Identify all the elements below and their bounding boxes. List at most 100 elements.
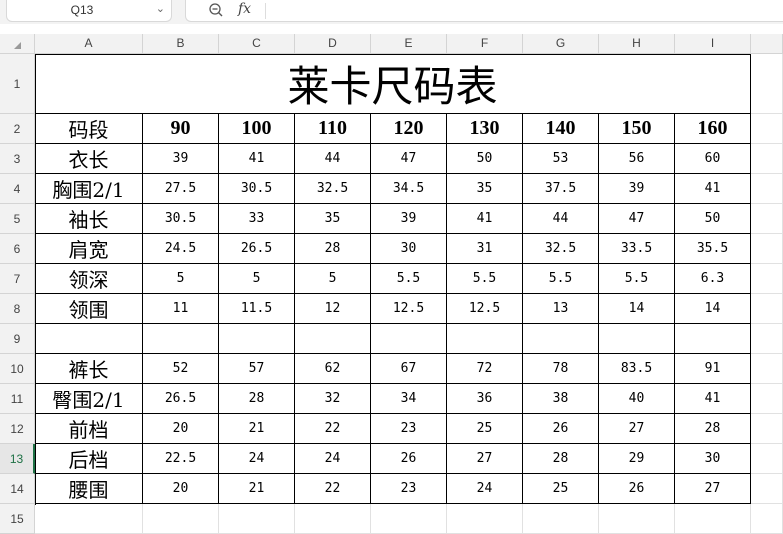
table-cell[interactable]: 22.5 <box>143 444 219 474</box>
empty-cell[interactable] <box>751 354 783 384</box>
table-cell[interactable]: 20 <box>143 474 219 504</box>
table-cell[interactable]: 47 <box>371 144 447 174</box>
empty-cell[interactable] <box>751 204 783 234</box>
table-cell[interactable]: 26 <box>371 444 447 474</box>
table-cell[interactable]: 30.5 <box>219 174 295 204</box>
table-cell[interactable]: 41 <box>447 204 523 234</box>
table-cell[interactable]: 5.5 <box>599 264 675 294</box>
table-cell[interactable]: 28 <box>675 414 751 444</box>
table-cell[interactable]: 28 <box>523 444 599 474</box>
empty-cell[interactable] <box>599 324 675 354</box>
table-cell[interactable]: 36 <box>447 384 523 414</box>
column-header-b[interactable]: B <box>143 34 219 54</box>
column-header-j[interactable] <box>751 34 783 54</box>
empty-cell[interactable] <box>751 54 783 114</box>
table-cell[interactable]: 27 <box>447 444 523 474</box>
table-cell[interactable]: 91 <box>675 354 751 384</box>
table-cell[interactable]: 23 <box>371 474 447 504</box>
table-cell[interactable]: 83.5 <box>599 354 675 384</box>
empty-cell[interactable] <box>523 504 599 534</box>
table-cell[interactable]: 12.5 <box>447 294 523 324</box>
column-header-c[interactable]: C <box>219 34 295 54</box>
table-cell[interactable]: 22 <box>295 474 371 504</box>
table-cell[interactable]: 39 <box>599 174 675 204</box>
table-cell[interactable]: 50 <box>675 204 751 234</box>
row-header-12[interactable]: 12 <box>0 414 35 444</box>
table-cell[interactable]: 67 <box>371 354 447 384</box>
empty-cell[interactable] <box>447 504 523 534</box>
table-cell[interactable]: 21 <box>219 414 295 444</box>
column-header-h[interactable]: H <box>599 34 675 54</box>
table-cell[interactable]: 44 <box>523 204 599 234</box>
column-header-g[interactable]: G <box>523 34 599 54</box>
table-cell[interactable]: 5 <box>219 264 295 294</box>
empty-cell[interactable] <box>751 324 783 354</box>
table-cell[interactable]: 37.5 <box>523 174 599 204</box>
empty-cell[interactable] <box>219 324 295 354</box>
table-cell[interactable]: 53 <box>523 144 599 174</box>
measure-label[interactable]: 衣长 <box>35 144 143 174</box>
measure-label[interactable]: 领围 <box>35 294 143 324</box>
measure-label[interactable]: 裤长 <box>35 354 143 384</box>
table-cell[interactable]: 41 <box>675 174 751 204</box>
table-cell[interactable]: 72 <box>447 354 523 384</box>
table-cell[interactable]: 50 <box>447 144 523 174</box>
table-cell[interactable]: 24 <box>295 444 371 474</box>
measure-label[interactable]: 腰围 <box>35 474 143 504</box>
empty-cell[interactable] <box>447 324 523 354</box>
row-header-14[interactable]: 14 <box>0 474 35 504</box>
row-header-10[interactable]: 10 <box>0 354 35 384</box>
table-cell[interactable]: 13 <box>523 294 599 324</box>
size-column-header[interactable]: 130 <box>447 114 523 144</box>
empty-cell[interactable] <box>751 504 783 534</box>
name-box[interactable]: Q13 ⌄ <box>6 0 172 22</box>
column-header-a[interactable]: A <box>35 34 143 54</box>
empty-cell[interactable] <box>143 504 219 534</box>
table-cell[interactable]: 12.5 <box>371 294 447 324</box>
table-cell[interactable]: 57 <box>219 354 295 384</box>
empty-cell[interactable] <box>751 264 783 294</box>
table-cell[interactable]: 34 <box>371 384 447 414</box>
row-header-13[interactable]: 13 <box>0 444 35 474</box>
chevron-down-icon[interactable]: ⌄ <box>156 2 165 15</box>
column-header-e[interactable]: E <box>371 34 447 54</box>
table-cell[interactable]: 47 <box>599 204 675 234</box>
table-cell[interactable]: 28 <box>219 384 295 414</box>
table-cell[interactable]: 11.5 <box>219 294 295 324</box>
table-cell[interactable]: 30.5 <box>143 204 219 234</box>
table-cell[interactable]: 32 <box>295 384 371 414</box>
table-cell[interactable]: 56 <box>599 144 675 174</box>
row-header-4[interactable]: 4 <box>0 174 35 204</box>
table-cell[interactable]: 35 <box>447 174 523 204</box>
empty-cell[interactable] <box>751 474 783 504</box>
row-header-2[interactable]: 2 <box>0 114 35 144</box>
row-header-5[interactable]: 5 <box>0 204 35 234</box>
table-cell[interactable]: 34.5 <box>371 174 447 204</box>
table-cell[interactable]: 24 <box>219 444 295 474</box>
table-cell[interactable]: 5 <box>143 264 219 294</box>
table-cell[interactable]: 32.5 <box>523 234 599 264</box>
empty-cell[interactable] <box>675 504 751 534</box>
empty-cell[interactable] <box>371 504 447 534</box>
size-column-header[interactable]: 140 <box>523 114 599 144</box>
table-cell[interactable]: 14 <box>675 294 751 324</box>
row-header-1[interactable]: 1 <box>0 54 35 114</box>
table-cell[interactable]: 12 <box>295 294 371 324</box>
table-cell[interactable]: 5.5 <box>371 264 447 294</box>
formula-input[interactable]: fx <box>185 0 783 22</box>
empty-cell[interactable] <box>751 144 783 174</box>
empty-cell[interactable] <box>751 384 783 414</box>
row-header-8[interactable]: 8 <box>0 294 35 324</box>
table-cell[interactable]: 27.5 <box>143 174 219 204</box>
empty-cell[interactable] <box>751 234 783 264</box>
row-header-9[interactable]: 9 <box>0 324 35 354</box>
column-header-d[interactable]: D <box>295 34 371 54</box>
table-cell[interactable]: 6.3 <box>675 264 751 294</box>
row-header-15[interactable]: 15 <box>0 504 35 534</box>
empty-cell[interactable] <box>675 324 751 354</box>
size-column-header[interactable]: 100 <box>219 114 295 144</box>
empty-cell[interactable] <box>751 294 783 324</box>
table-cell[interactable]: 33.5 <box>599 234 675 264</box>
table-cell[interactable]: 26 <box>599 474 675 504</box>
table-cell[interactable]: 11 <box>143 294 219 324</box>
